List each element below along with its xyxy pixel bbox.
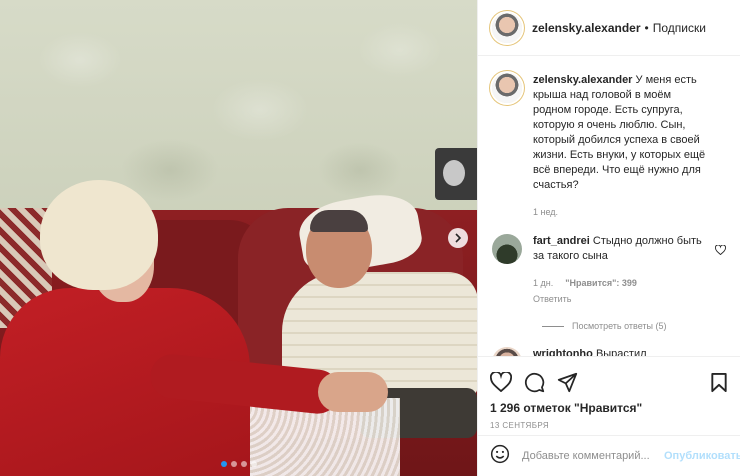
caption-time[interactable]: 1 нед. (533, 205, 558, 220)
emoji-button[interactable] (490, 444, 510, 467)
comment-icon (524, 372, 545, 392)
commenter-avatar[interactable] (492, 347, 522, 356)
comment-meta: 1 дн. "Нравится": 399 (533, 276, 709, 291)
wall-lamp (435, 148, 477, 200)
share-button[interactable] (557, 372, 578, 393)
comment-username[interactable]: fart_andrei (533, 235, 590, 247)
comment-likes[interactable]: "Нравится": 399 (565, 276, 637, 291)
chevron-right-icon (455, 233, 462, 243)
post-date[interactable]: 13 СЕНТЯБРЯ (478, 415, 740, 430)
comment-body: fart_andrei Стыдно должно быть за такого… (533, 234, 709, 307)
carousel-next-button[interactable] (448, 228, 468, 248)
caption: zelensky.alexander У меня есть крыша над… (490, 73, 728, 220)
carousel-dot (250, 461, 257, 467)
like-button[interactable] (490, 372, 512, 392)
post-header: zelensky.alexander • Подписки (478, 0, 740, 56)
caption-meta: 1 нед. (533, 205, 709, 220)
emoji-icon (490, 444, 510, 464)
heart-icon (714, 244, 727, 256)
caption-text: У меня есть крыша над головой в моём род… (533, 74, 706, 191)
carousel-dot (220, 461, 227, 467)
man-hair (310, 210, 368, 232)
heart-icon (490, 372, 512, 392)
comment-button[interactable] (524, 372, 545, 393)
action-bar (478, 357, 740, 397)
comment-input[interactable] (522, 449, 664, 462)
like-comment-button[interactable] (714, 242, 727, 258)
likes-count[interactable]: 1 296 отметок "Нравится" (478, 397, 740, 415)
comment-time[interactable]: 1 дн. (533, 276, 553, 291)
carousel-dots (0, 461, 477, 467)
caption-username[interactable]: zelensky.alexander (533, 74, 632, 86)
publish-button[interactable]: Опубликовать (664, 450, 740, 462)
comments-list[interactable]: zelensky.alexander У меня есть крыша над… (478, 57, 740, 356)
carousel-dot (230, 461, 237, 467)
comment-body: wrightonho Вырастил наполеончика (533, 347, 709, 356)
view-replies-button[interactable]: Посмотреть ответы (5) (542, 321, 728, 331)
caption-avatar[interactable] (492, 73, 522, 103)
view-replies-label: Посмотреть ответы (5) (572, 321, 667, 331)
post-photo[interactable] (0, 0, 477, 476)
header-separator: • (644, 20, 649, 35)
reply-button[interactable]: Ответить (533, 292, 709, 307)
post-sidebar: zelensky.alexander • Подписки zelensky.a… (477, 0, 740, 476)
save-button[interactable] (710, 372, 728, 393)
bookmark-icon (711, 372, 727, 392)
share-icon (557, 372, 578, 392)
post-actions: 1 296 отметок "Нравится" 13 СЕНТЯБРЯ Опу… (478, 356, 740, 476)
held-hands (318, 372, 388, 412)
carousel-dot (240, 461, 247, 467)
thread-line (542, 325, 564, 327)
following-button[interactable]: Подписки (653, 21, 706, 35)
instagram-post: zelensky.alexander • Подписки zelensky.a… (0, 0, 740, 476)
caption-body: zelensky.alexander У меня есть крыша над… (533, 73, 709, 220)
commenter-avatar[interactable] (492, 234, 522, 264)
author-username[interactable]: zelensky.alexander (532, 21, 641, 35)
add-comment-form: Опубликовать (478, 435, 740, 475)
comment-item: fart_andrei Стыдно должно быть за такого… (490, 234, 728, 307)
comment-item: wrightonho Вырастил наполеончика (490, 347, 728, 356)
author-avatar[interactable] (492, 12, 522, 43)
woman-hair (40, 180, 158, 290)
comment-username[interactable]: wrightonho (533, 348, 593, 356)
